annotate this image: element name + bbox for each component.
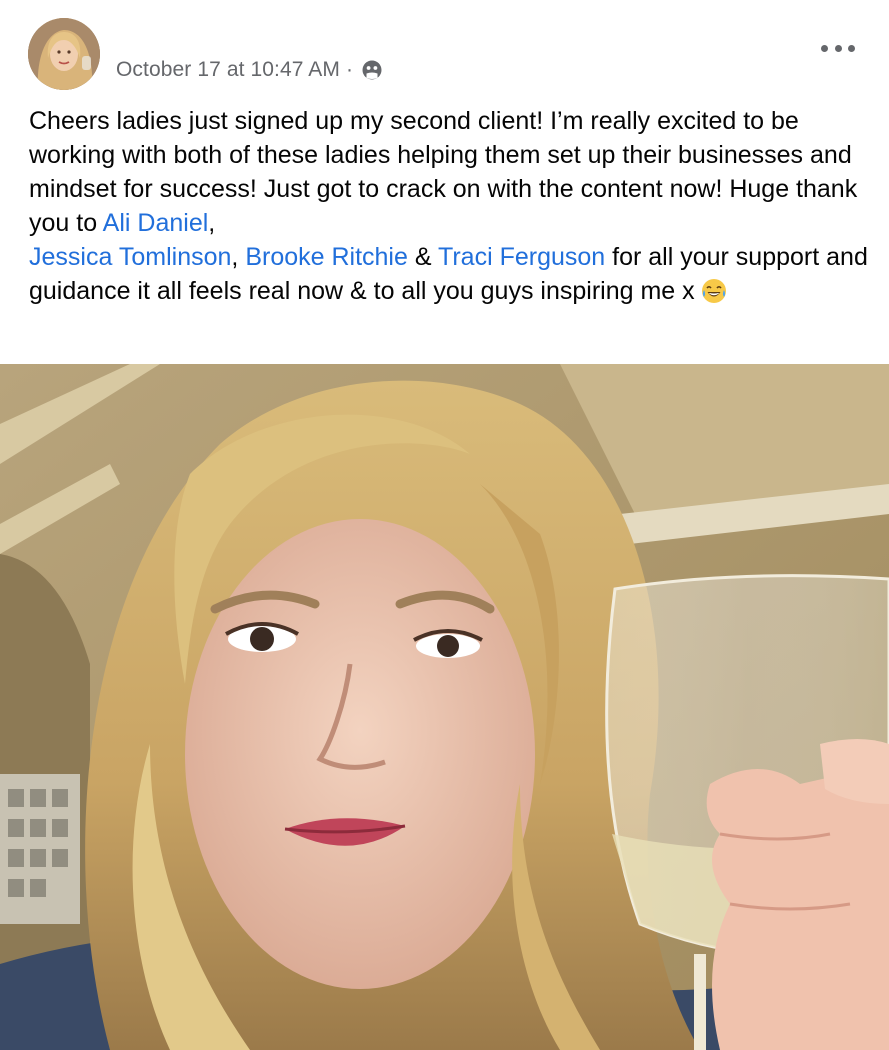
facebook-post: October 17 at 10:47 AM · Cheers ladies j… bbox=[0, 0, 889, 1050]
mention-comma: , bbox=[208, 209, 216, 237]
laughing-crying-emoji-icon bbox=[701, 278, 727, 304]
post-timestamp[interactable]: October 17 at 10:47 AM bbox=[116, 58, 340, 82]
meta-separator: · bbox=[346, 58, 354, 81]
more-dot bbox=[821, 44, 828, 52]
post-meta: October 17 at 10:47 AM · bbox=[116, 54, 383, 86]
post-photo[interactable] bbox=[0, 364, 889, 1050]
author-avatar[interactable] bbox=[28, 18, 100, 90]
more-options-icon[interactable] bbox=[821, 38, 855, 58]
post-header: October 17 at 10:47 AM · bbox=[0, 0, 889, 100]
mention-ali-daniel[interactable]: Ali Daniel bbox=[103, 209, 209, 237]
more-dot bbox=[848, 44, 855, 52]
more-dot bbox=[834, 44, 842, 52]
globe-icon[interactable] bbox=[361, 59, 383, 81]
mention-brooke-ritchie[interactable]: Brooke Ritchie bbox=[245, 243, 408, 271]
mention-separator: , bbox=[231, 243, 246, 271]
mention-ampersand: & bbox=[407, 243, 439, 271]
post-body: Cheers ladies just signed up my second c… bbox=[29, 104, 869, 308]
mention-traci-ferguson[interactable]: Traci Ferguson bbox=[438, 243, 605, 271]
mention-jessica-tomlinson[interactable]: Jessica Tomlinson bbox=[29, 243, 231, 271]
